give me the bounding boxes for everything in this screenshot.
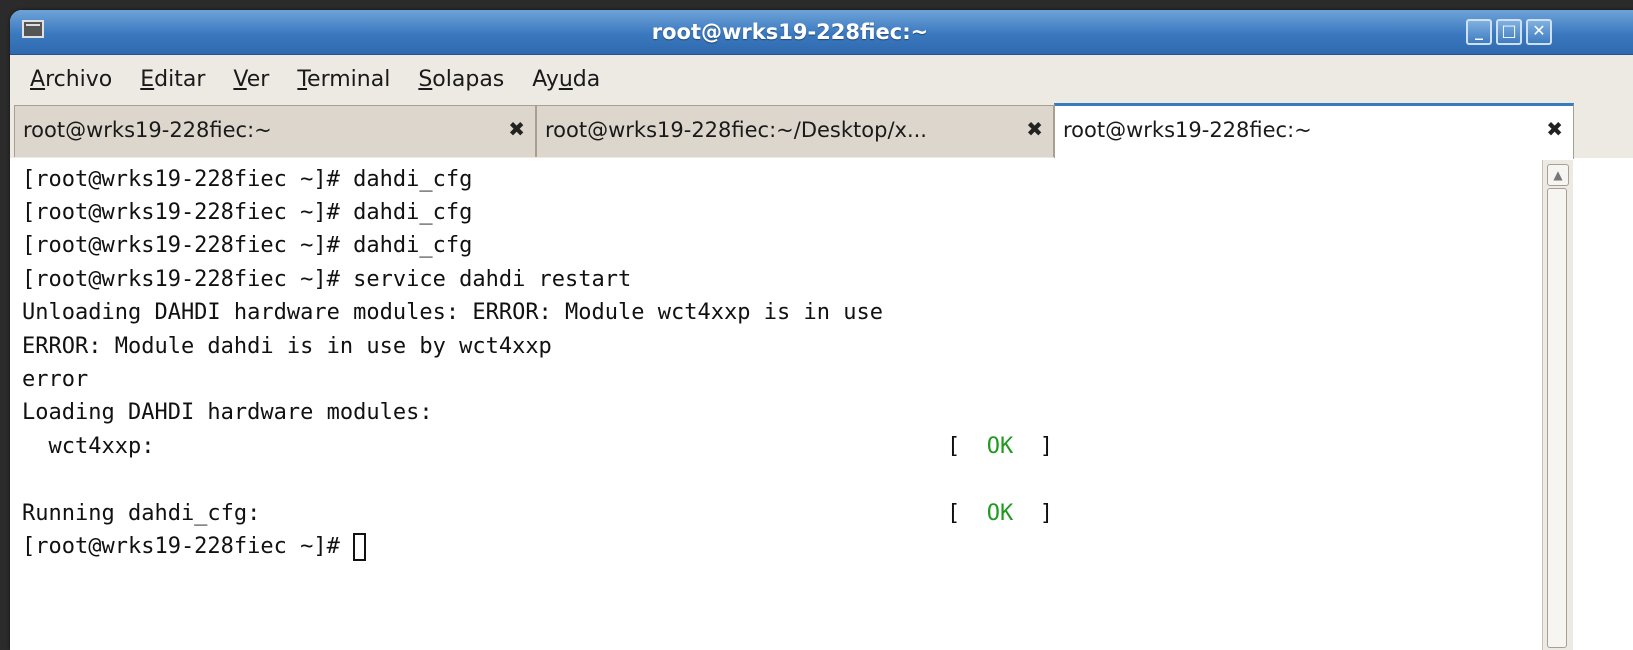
vertical-scrollbar[interactable]: ▲ <box>1542 160 1573 650</box>
tab-label: root@wrks19-228fiec:~/Desktop/x... <box>545 118 927 142</box>
terminal-line: Loading DAHDI hardware modules: <box>22 400 433 425</box>
close-icon[interactable]: ✖ <box>1546 117 1563 141</box>
running-text: Running dahdi_cfg: <box>22 501 261 526</box>
tab-1[interactable]: root@wrks19-228fiec:~ ✖ <box>14 105 536 157</box>
tab-label: root@wrks19-228fiec:~ <box>1063 118 1312 142</box>
menu-bar: Archivo Editar Ver Terminal Solapas Ayud… <box>10 55 1633 103</box>
module-name: wct4xxp: <box>22 434 155 459</box>
maximize-button[interactable]: □ <box>1496 19 1522 45</box>
menu-solapas[interactable]: Solapas <box>418 67 504 92</box>
menu-terminal[interactable]: Terminal <box>297 67 390 92</box>
menu-editar[interactable]: Editar <box>140 67 205 92</box>
terminal-line: [root@wrks19-228fiec ~]# dahdi_cfg <box>22 233 473 258</box>
minimize-button[interactable]: _ <box>1466 19 1492 45</box>
tab-3-active[interactable]: root@wrks19-228fiec:~ ✖ <box>1054 103 1574 159</box>
terminal-prompt-line[interactable]: [root@wrks19-228fiec ~]# <box>22 530 367 563</box>
terminal-line: [root@wrks19-228fiec ~]# dahdi_cfg <box>22 200 473 225</box>
terminal-line: [root@wrks19-228fiec ~]# dahdi_cfg <box>22 167 473 192</box>
status-bracket: [ OK ] <box>947 501 1053 526</box>
ok-status: OK <box>986 434 1014 459</box>
tab-label: root@wrks19-228fiec:~ <box>23 118 272 142</box>
terminal-window: root@wrks19-228fiec:~ _ □ ✕ Archivo Edit… <box>10 10 1633 650</box>
shell-prompt: [root@wrks19-228fiec ~]# <box>22 534 354 559</box>
status-bracket: [ OK ] <box>947 434 1053 459</box>
terminal-line: ERROR: Module dahdi is in use by wct4xxp <box>22 334 552 359</box>
menu-ayuda[interactable]: Ayuda <box>532 67 600 92</box>
terminal-line-running: Running dahdi_cfg: <box>22 497 260 530</box>
terminal-line: Unloading DAHDI hardware modules: ERROR:… <box>22 300 883 325</box>
terminal-line: error <box>22 367 89 392</box>
ok-status: OK <box>986 501 1014 526</box>
terminal-line-wct4xxp: wct4xxp: <box>22 430 154 463</box>
menu-archivo[interactable]: Archivo <box>30 67 112 92</box>
text-cursor <box>353 533 367 561</box>
scroll-thumb[interactable] <box>1547 188 1567 648</box>
close-button[interactable]: ✕ <box>1526 19 1552 45</box>
menu-ver[interactable]: Ver <box>233 67 269 92</box>
tab-bar: root@wrks19-228fiec:~ ✖ root@wrks19-228f… <box>10 103 1633 159</box>
arrow-up-icon[interactable]: ▲ <box>1547 164 1569 186</box>
terminal-output[interactable]: [root@wrks19-228fiec ~]# dahdi_cfg [root… <box>10 158 1538 650</box>
close-icon[interactable]: ✖ <box>508 117 525 141</box>
title-bar[interactable]: root@wrks19-228fiec:~ _ □ ✕ <box>10 10 1633 55</box>
terminal-line: [root@wrks19-228fiec ~]# service dahdi r… <box>22 267 632 292</box>
close-icon[interactable]: ✖ <box>1026 117 1043 141</box>
tab-2[interactable]: root@wrks19-228fiec:~/Desktop/x... ✖ <box>536 105 1054 157</box>
window-title: root@wrks19-228fiec:~ <box>651 20 929 44</box>
